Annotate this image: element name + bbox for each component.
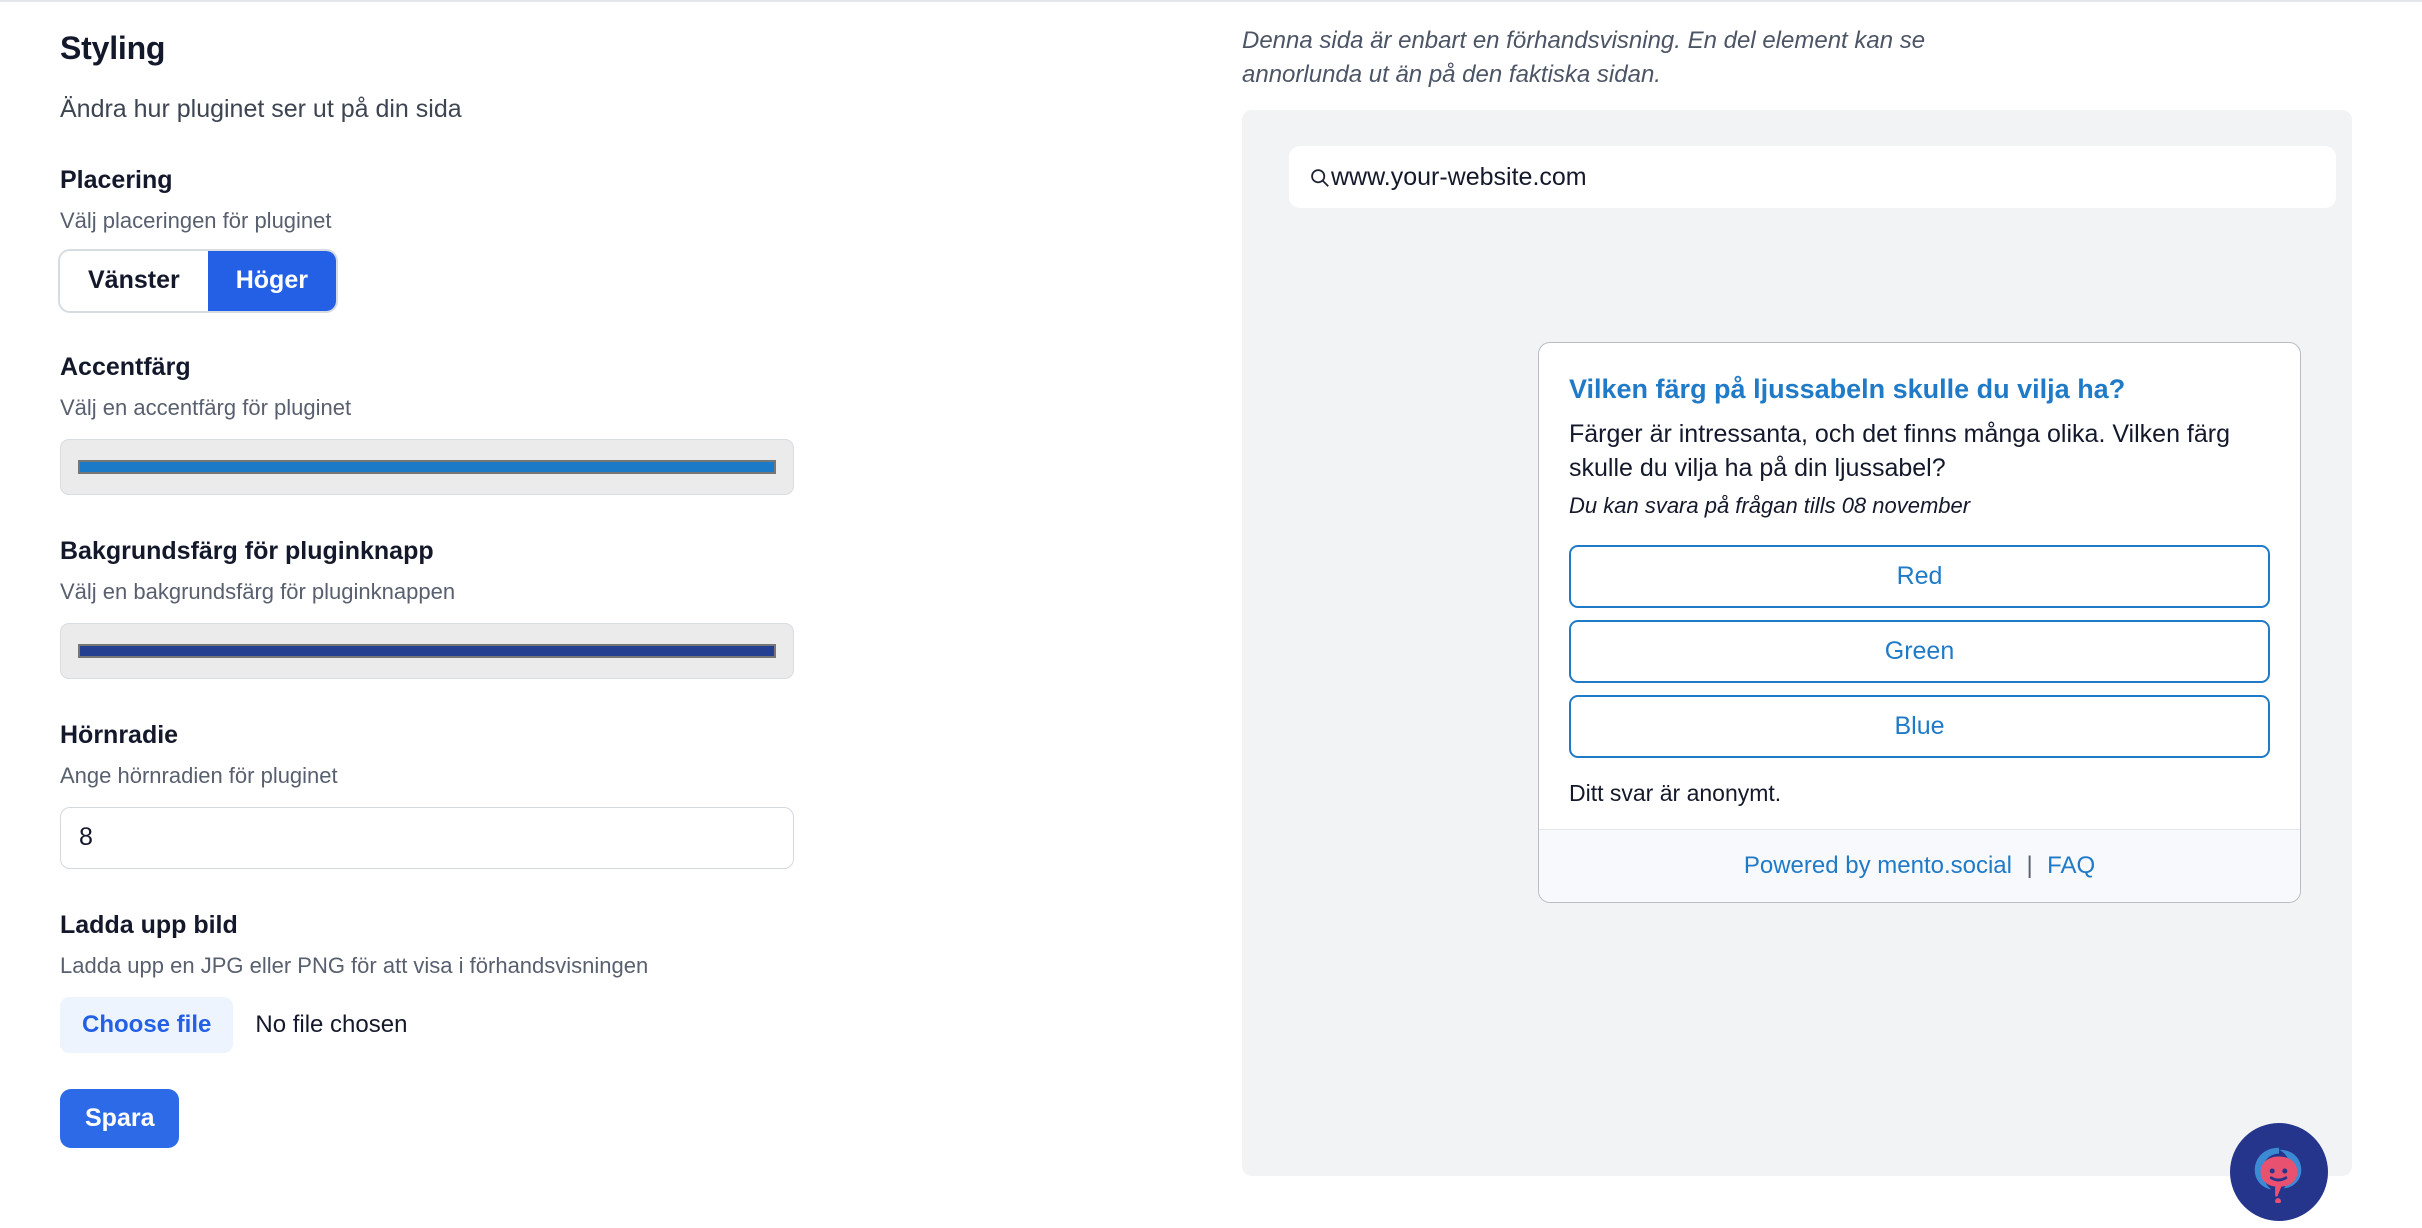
corner-radius-hint: Ange hörnradien för pluginet — [60, 762, 338, 788]
placement-segmented-control[interactable]: Vänster Höger — [60, 251, 336, 311]
url-text: www.your-website.com — [1331, 162, 1587, 191]
placement-label: Placering — [60, 166, 173, 194]
preview-disclaimer: Denna sida är enbart en förhandsvisning.… — [1242, 27, 1926, 89]
poll-body: Vilken färg på ljussabeln skulle du vilj… — [1539, 343, 2300, 829]
poll-options: Red Green Blue — [1569, 545, 2270, 759]
accent-color-hint: Välj en accentfärg för pluginet — [60, 394, 352, 420]
preview-panel: Denna sida är enbart en förhandsvisning.… — [1220, 2, 2422, 1228]
field-corner-radius: Hörnradie Ange hörnradien för pluginet — [60, 721, 1160, 869]
field-accent-color: Accentfärg Välj en accentfärg för plugin… — [60, 353, 1160, 495]
poll-deadline: Du kan svara på frågan tills 08 november — [1569, 493, 1971, 519]
preview-frame: www.your-website.com Vilken färg på ljus… — [1242, 110, 2352, 1222]
field-button-bg-color: Bakgrundsfärg för pluginknapp Välj en ba… — [60, 537, 1160, 679]
poll-footer: Powered by mento.social | FAQ — [1539, 829, 2300, 903]
accent-color-label: Accentfärg — [60, 352, 191, 381]
chat-bubble-face-icon — [2248, 1141, 2310, 1204]
choose-file-button[interactable]: Choose file — [60, 996, 234, 1053]
search-icon — [1309, 167, 1330, 188]
page-title: Styling — [60, 30, 166, 66]
poll-card: Vilken färg på ljussabeln skulle du vilj… — [1538, 342, 2301, 904]
placement-hint: Välj placeringen för pluginet — [60, 208, 332, 233]
placement-option-left[interactable]: Vänster — [60, 251, 208, 311]
poll-option-green[interactable]: Green — [1569, 620, 2270, 684]
button-bg-color-swatch — [78, 643, 776, 658]
poll-anonymous-note: Ditt svar är anonymt. — [1569, 780, 1782, 807]
settings-panel: Styling Ändra hur pluginet ser ut på din… — [0, 2, 1220, 1228]
powered-by-link[interactable]: Powered by mento.social — [1744, 852, 2012, 879]
field-image-upload: Ladda upp bild Ladda upp en JPG eller PN… — [60, 911, 1160, 1053]
button-bg-color-picker[interactable] — [60, 622, 794, 679]
poll-option-red[interactable]: Red — [1569, 545, 2270, 609]
button-bg-color-hint: Välj en bakgrundsfärg för pluginknappen — [60, 578, 456, 604]
save-button[interactable]: Spara — [60, 1088, 180, 1148]
page-subtitle: Ändra hur pluginet ser ut på din sida — [60, 95, 462, 123]
corner-radius-input[interactable] — [60, 806, 794, 869]
accent-color-picker[interactable] — [60, 438, 794, 495]
poll-question: Vilken färg på ljussabeln skulle du vilj… — [1569, 374, 2126, 405]
file-input-row: Choose file No file chosen — [60, 996, 1160, 1053]
accent-color-swatch — [78, 459, 776, 474]
footer-separator: | — [2026, 852, 2033, 880]
file-status-text: No file chosen — [255, 1010, 408, 1038]
url-bar[interactable]: www.your-website.com — [1289, 146, 2336, 209]
corner-radius-label: Hörnradie — [60, 720, 179, 749]
faq-link[interactable]: FAQ — [2047, 852, 2095, 879]
placement-option-right[interactable]: Höger — [207, 251, 336, 311]
image-upload-hint: Ladda upp en JPG eller PNG för att visa … — [60, 952, 649, 978]
styling-settings-page: Styling Ändra hur pluginet ser ut på din… — [0, 0, 2422, 1226]
poll-description: Färger är intressanta, och det finns mån… — [1569, 419, 2230, 483]
field-placement: Placering Välj placeringen för pluginet … — [60, 166, 1160, 311]
plugin-launcher-button[interactable] — [2230, 1123, 2328, 1222]
button-bg-color-label: Bakgrundsfärg för pluginknapp — [60, 536, 434, 565]
image-upload-label: Ladda upp bild — [60, 910, 238, 939]
poll-option-blue[interactable]: Blue — [1569, 695, 2270, 759]
